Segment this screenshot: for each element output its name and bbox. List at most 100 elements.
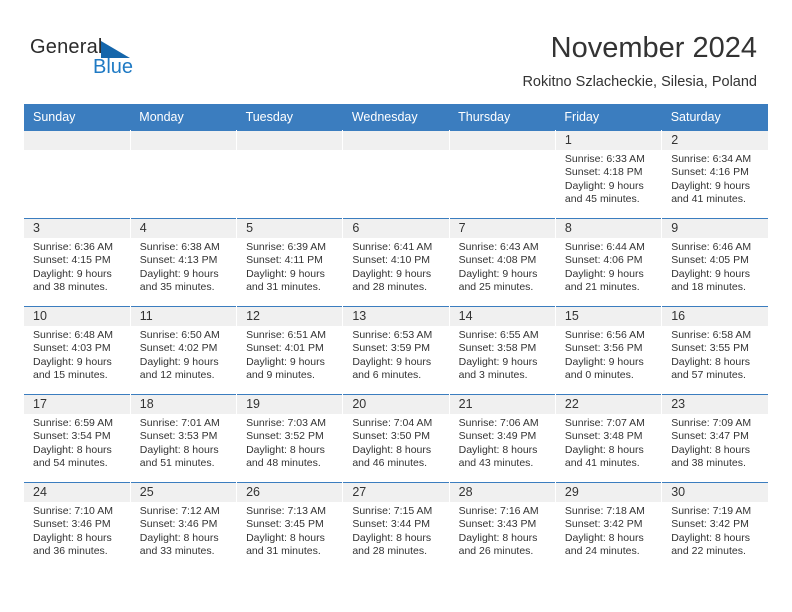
sunrise-text: Sunrise: 7:16 AM — [458, 505, 539, 517]
day-info: Sunrise: 6:38 AM Sunset: 4:13 PM Daylight:… — [131, 238, 236, 295]
daylight-text-line1: Daylight: 9 hours — [564, 355, 644, 368]
sunset-text: Sunset: 4:11 PM — [246, 254, 323, 267]
daylight-text-line2: and 31 minutes. — [246, 545, 321, 558]
daylight-text-line1: Daylight: 9 hours — [671, 267, 750, 280]
daylight-text-line1: Daylight: 8 hours — [352, 443, 432, 456]
calendar-day-cell[interactable]: 8 Sunrise: 6:44 AM Sunset: 4:06 PM Daylight… — [555, 218, 663, 307]
sunset-text: Sunset: 3:59 PM — [352, 342, 430, 355]
daylight-text-line1: Daylight: 8 hours — [33, 443, 112, 456]
brand-logo[interactable]: General Blue — [30, 36, 150, 82]
calendar-day-cell[interactable]: 29 Sunrise: 7:18 AM Sunset: 3:42 PM Dayligh… — [555, 482, 663, 571]
calendar-day-cell[interactable]: 2 Sunrise: 6:34 AM Sunset: 4:16 PM Daylight… — [661, 130, 768, 219]
day-info: Sunrise: 6:59 AM Sunset: 3:54 PM Daylight:… — [24, 414, 130, 471]
sunrise-text: Sunrise: 7:06 AM — [458, 417, 539, 429]
sunrise-text: Sunrise: 6:34 AM — [671, 153, 752, 165]
calendar-day-cell[interactable]: 11 Sunrise: 6:50 AM Sunset: 4:02 PM Dayligh… — [130, 306, 238, 395]
daylight-text-line2: and 22 minutes. — [671, 545, 746, 558]
calendar-day-cell[interactable]: 25 Sunrise: 7:12 AM Sunset: 3:46 PM Dayligh… — [130, 482, 238, 571]
daylight-text-line1: Daylight: 9 hours — [352, 355, 432, 368]
sunset-text: Sunset: 3:53 PM — [139, 430, 218, 443]
calendar-week-row: 3 Sunrise: 6:36 AM Sunset: 4:15 PM Daylight… — [24, 218, 768, 307]
calendar-day-cell[interactable]: 30 Sunrise: 7:19 AM Sunset: 3:42 PM Dayligh… — [661, 482, 768, 571]
daylight-text-line2: and 15 minutes. — [33, 369, 108, 382]
sunrise-text: Sunrise: 7:09 AM — [671, 417, 752, 429]
calendar-day-cell[interactable]: 17 Sunrise: 6:59 AM Sunset: 3:54 PM Dayligh… — [24, 394, 131, 483]
calendar-day-cell[interactable]: 13 Sunrise: 6:53 AM Sunset: 3:59 PM Dayligh… — [342, 306, 450, 395]
daylight-text-line2: and 9 minutes. — [246, 369, 315, 382]
calendar-day-cell[interactable]: 26 Sunrise: 7:13 AM Sunset: 3:45 PM Dayligh… — [236, 482, 344, 571]
calendar-day-cell[interactable]: 23 Sunrise: 7:09 AM Sunset: 3:47 PM Dayligh… — [661, 394, 768, 483]
sunset-text: Sunset: 3:56 PM — [564, 342, 643, 355]
day-number: 12 — [237, 307, 343, 326]
day-info: Sunrise: 6:51 AM Sunset: 4:01 PM Daylight:… — [237, 326, 342, 383]
calendar-day-cell[interactable]: 3 Sunrise: 6:36 AM Sunset: 4:15 PM Daylight… — [24, 218, 131, 307]
calendar-page: General Blue November 2024 Rokitno Szlac… — [0, 0, 792, 612]
day-number: 26 — [237, 483, 343, 502]
day-info: Sunrise: 6:34 AM Sunset: 4:16 PM Daylight:… — [662, 150, 768, 207]
calendar-day-cell[interactable]: 10 Sunrise: 6:48 AM Sunset: 4:03 PM Dayligh… — [24, 306, 131, 395]
daylight-text-line1: Daylight: 8 hours — [352, 531, 432, 544]
sunset-text: Sunset: 3:47 PM — [671, 430, 749, 443]
day-info: Sunrise: 7:10 AM Sunset: 3:46 PM Daylight:… — [24, 502, 130, 559]
daylight-text-line2: and 41 minutes. — [671, 193, 746, 206]
daylight-text-line2: and 45 minutes. — [564, 193, 640, 206]
daylight-text-line1: Daylight: 9 hours — [246, 267, 325, 280]
day-number: 21 — [449, 395, 555, 414]
calendar-day-cell[interactable]: 16 Sunrise: 6:58 AM Sunset: 3:55 PM Dayligh… — [661, 306, 768, 395]
calendar-day-cell[interactable]: 1 Sunrise: 6:33 AM Sunset: 4:18 PM Daylight… — [555, 130, 663, 219]
calendar-day-cell[interactable]: 27 Sunrise: 7:15 AM Sunset: 3:44 PM Dayligh… — [342, 482, 450, 571]
daylight-text-line1: Daylight: 9 hours — [458, 267, 538, 280]
daylight-text-line2: and 0 minutes. — [564, 369, 634, 382]
calendar-day-cell[interactable]: 18 Sunrise: 7:01 AM Sunset: 3:53 PM Dayligh… — [130, 394, 238, 483]
weekday-header-saturday: Saturday — [661, 104, 768, 131]
sunset-text: Sunset: 3:55 PM — [671, 342, 749, 355]
calendar-day-cell[interactable]: 4 Sunrise: 6:38 AM Sunset: 4:13 PM Daylight… — [130, 218, 238, 307]
sunrise-text: Sunrise: 7:19 AM — [671, 505, 752, 517]
calendar-day-cell[interactable]: 28 Sunrise: 7:16 AM Sunset: 3:43 PM Dayligh… — [449, 482, 556, 571]
day-info: Sunrise: 7:03 AM Sunset: 3:52 PM Daylight:… — [237, 414, 342, 471]
calendar-day-cell[interactable]: 15 Sunrise: 6:56 AM Sunset: 3:56 PM Dayligh… — [555, 306, 663, 395]
calendar-day-cell[interactable]: 24 Sunrise: 7:10 AM Sunset: 3:46 PM Dayligh… — [24, 482, 131, 571]
sunset-text: Sunset: 3:50 PM — [352, 430, 430, 443]
sunset-text: Sunset: 3:45 PM — [246, 518, 324, 531]
calendar-day-cell[interactable]: 6 Sunrise: 6:41 AM Sunset: 4:10 PM Daylight… — [342, 218, 450, 307]
sunset-text: Sunset: 3:42 PM — [671, 518, 749, 531]
daylight-text-line2: and 33 minutes. — [139, 545, 215, 558]
day-number: 22 — [555, 395, 662, 414]
day-number: 7 — [449, 219, 555, 238]
sunrise-text: Sunrise: 7:03 AM — [246, 417, 327, 429]
calendar-day-cell-empty — [24, 130, 131, 219]
day-number — [130, 131, 237, 150]
sunrise-text: Sunrise: 6:59 AM — [33, 417, 113, 429]
day-number: 10 — [24, 307, 130, 326]
sunrise-text: Sunrise: 7:07 AM — [564, 417, 645, 429]
daylight-text-line2: and 6 minutes. — [352, 369, 422, 382]
sunrise-text: Sunrise: 6:41 AM — [352, 241, 433, 253]
sunrise-text: Sunrise: 7:15 AM — [352, 505, 433, 517]
daylight-text-line2: and 38 minutes. — [671, 457, 746, 470]
daylight-text-line1: Daylight: 8 hours — [246, 443, 325, 456]
calendar-day-cell[interactable]: 12 Sunrise: 6:51 AM Sunset: 4:01 PM Dayligh… — [236, 306, 344, 395]
calendar-day-cell[interactable]: 7 Sunrise: 6:43 AM Sunset: 4:08 PM Daylight… — [449, 218, 556, 307]
daylight-text-line2: and 35 minutes. — [139, 281, 215, 294]
day-number: 9 — [662, 219, 768, 238]
calendar-day-cell[interactable]: 5 Sunrise: 6:39 AM Sunset: 4:11 PM Daylight… — [236, 218, 344, 307]
weekday-header-sunday: Sunday — [24, 104, 131, 131]
daylight-text-line2: and 38 minutes. — [33, 281, 108, 294]
weekday-header-wednesday: Wednesday — [342, 104, 450, 131]
calendar-week-row: 10 Sunrise: 6:48 AM Sunset: 4:03 PM Dayligh… — [24, 306, 768, 395]
daylight-text-line1: Daylight: 8 hours — [671, 443, 750, 456]
calendar-day-cell[interactable]: 20 Sunrise: 7:04 AM Sunset: 3:50 PM Dayligh… — [342, 394, 450, 483]
sunrise-text: Sunrise: 6:44 AM — [564, 241, 645, 253]
sunset-text: Sunset: 3:48 PM — [564, 430, 643, 443]
calendar-day-cell[interactable]: 14 Sunrise: 6:55 AM Sunset: 3:58 PM Dayligh… — [449, 306, 556, 395]
daylight-text-line2: and 21 minutes. — [564, 281, 640, 294]
day-info: Sunrise: 7:12 AM Sunset: 3:46 PM Daylight:… — [131, 502, 236, 559]
daylight-text-line2: and 28 minutes. — [352, 545, 428, 558]
calendar-day-cell[interactable]: 19 Sunrise: 7:03 AM Sunset: 3:52 PM Dayligh… — [236, 394, 344, 483]
calendar-day-cell[interactable]: 21 Sunrise: 7:06 AM Sunset: 3:49 PM Dayligh… — [449, 394, 556, 483]
day-info: Sunrise: 7:06 AM Sunset: 3:49 PM Daylight:… — [450, 414, 555, 471]
daylight-text-line1: Daylight: 9 hours — [564, 267, 644, 280]
calendar-day-cell[interactable]: 9 Sunrise: 6:46 AM Sunset: 4:05 PM Daylight… — [661, 218, 768, 307]
calendar-day-cell[interactable]: 22 Sunrise: 7:07 AM Sunset: 3:48 PM Dayligh… — [555, 394, 663, 483]
